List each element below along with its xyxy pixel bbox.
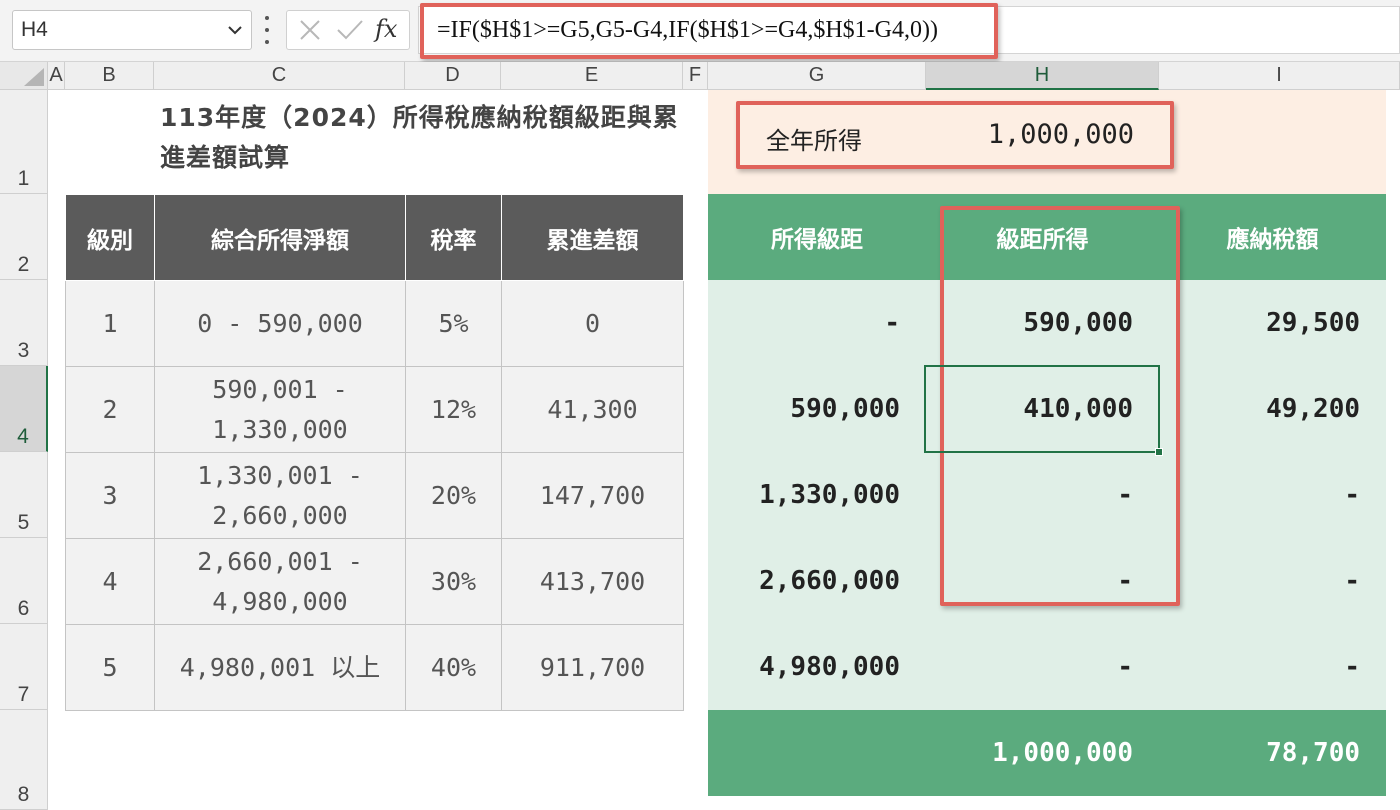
column-header-g[interactable]: G	[708, 62, 926, 90]
select-all-icon	[24, 68, 44, 86]
table-row: 1 0 - 590,000 5% 0	[65, 280, 684, 367]
column-header-a[interactable]: A	[48, 62, 65, 90]
header-progressive-diff[interactable]: 累進差額	[501, 194, 684, 281]
annual-income-value[interactable]: 1,000,000	[988, 119, 1134, 150]
cell-range[interactable]: 0 - 590,000	[154, 280, 406, 367]
cell-total-bracket-income[interactable]: 1,000,000	[926, 710, 1159, 796]
cell-range[interactable]: 2,660,001 - 4,980,000	[154, 538, 406, 625]
cell-rate[interactable]: 5%	[405, 280, 502, 367]
row-header-7[interactable]: 7	[0, 624, 48, 710]
table-row: 1,330,000 - -	[708, 452, 1386, 538]
table-row: 4 2,660,001 - 4,980,000 30% 413,700	[65, 538, 684, 625]
cell-level[interactable]: 5	[65, 624, 155, 711]
cell-rate[interactable]: 12%	[405, 366, 502, 453]
cell-tax[interactable]: 29,500	[1159, 280, 1386, 366]
insert-function-button[interactable]: fx	[375, 15, 397, 43]
column-header-b[interactable]: B	[65, 62, 154, 90]
cell-tax[interactable]: -	[1159, 624, 1386, 710]
column-header-i[interactable]: I	[1159, 62, 1400, 90]
tax-bracket-table: 級別 綜合所得淨額 稅率 累進差額 1 0 - 590,000 5% 0 2 5…	[65, 194, 684, 711]
name-box[interactable]: H4	[12, 10, 252, 50]
header-level[interactable]: 級別	[65, 194, 155, 281]
more-options-icon[interactable]	[262, 16, 272, 44]
calc-header-row: 所得級距 級距所得 應納稅額	[708, 194, 1386, 280]
table-row: - 590,000 29,500	[708, 280, 1386, 366]
name-box-value: H4	[21, 18, 48, 41]
header-tax-due[interactable]: 應納稅額	[1159, 194, 1386, 280]
column-header-f[interactable]: F	[683, 62, 708, 90]
cell-diff[interactable]: 41,300	[501, 366, 684, 453]
row-header-8[interactable]: 8	[0, 710, 48, 810]
table-row: 590,000 410,000 49,200	[708, 366, 1386, 452]
chevron-down-icon[interactable]	[225, 20, 245, 40]
table-row: 2 590,001 - 1,330,000 12% 41,300	[65, 366, 684, 453]
cell-level[interactable]: 3	[65, 452, 155, 539]
formula-controls: fx	[286, 10, 410, 50]
header-bracket-income[interactable]: 級距所得	[926, 194, 1159, 280]
cell-rate[interactable]: 40%	[405, 624, 502, 711]
total-row: 1,000,000 78,700	[708, 710, 1386, 796]
table-row: 4,980,000 - -	[708, 624, 1386, 710]
cell-range[interactable]: 1,330,001 - 2,660,000	[154, 452, 406, 539]
enter-check-icon[interactable]	[335, 17, 365, 43]
column-header-e[interactable]: E	[501, 62, 683, 90]
cell-level[interactable]: 4	[65, 538, 155, 625]
cell-bracket[interactable]: 590,000	[708, 366, 926, 452]
cell-level[interactable]: 2	[65, 366, 155, 453]
sheet-title: 113年度（2024）所得稅應納稅額級距與累進差額試算	[160, 103, 679, 172]
select-all-corner[interactable]	[0, 62, 48, 90]
cell-tax[interactable]: -	[1159, 538, 1386, 624]
cell-bracket[interactable]: 2,660,000	[708, 538, 926, 624]
table-row: 3 1,330,001 - 2,660,000 20% 147,700	[65, 452, 684, 539]
bracket-header-row: 級別 綜合所得淨額 稅率 累進差額	[65, 194, 684, 281]
cell-total-tax[interactable]: 78,700	[1159, 710, 1386, 796]
cell-bracket[interactable]: 4,980,000	[708, 624, 926, 710]
cell-rate[interactable]: 30%	[405, 538, 502, 625]
column-header-d[interactable]: D	[405, 62, 501, 90]
cell-bracket-income[interactable]: 590,000	[926, 280, 1159, 366]
table-row: 2,660,000 - -	[708, 538, 1386, 624]
formula-bar: H4 fx =IF($H$1>=G5,G5-G4,IF($H$1>=G4,$H$…	[0, 0, 1400, 62]
column-header-c[interactable]: C	[154, 62, 405, 90]
cell-bracket-income[interactable]: -	[926, 624, 1159, 710]
row-header-2[interactable]: 2	[0, 194, 48, 280]
cell-tax[interactable]: 49,200	[1159, 366, 1386, 452]
cell-bracket[interactable]: 1,330,000	[708, 452, 926, 538]
row-header-3[interactable]: 3	[0, 280, 48, 366]
cell-diff[interactable]: 147,700	[501, 452, 684, 539]
table-row: 5 4,980,001 以上 40% 911,700	[65, 624, 684, 711]
row-header-5[interactable]: 5	[0, 452, 48, 538]
cell-diff[interactable]: 413,700	[501, 538, 684, 625]
cancel-icon[interactable]	[297, 17, 323, 43]
annual-income-label[interactable]: 全年所得	[766, 121, 862, 156]
cell-level[interactable]: 1	[65, 280, 155, 367]
cell-bracket[interactable]: -	[708, 280, 926, 366]
cell-range[interactable]: 590,001 - 1,330,000	[154, 366, 406, 453]
cell-bracket-income[interactable]: 410,000	[926, 366, 1159, 452]
row-header-1[interactable]: 1	[0, 90, 48, 194]
header-rate[interactable]: 稅率	[405, 194, 502, 281]
tax-calc-table: 所得級距 級距所得 應納稅額 - 590,000 29,500 590,000 …	[708, 194, 1386, 796]
cell-bracket-income[interactable]: -	[926, 452, 1159, 538]
cell-diff[interactable]: 911,700	[501, 624, 684, 711]
cell-total-bracket[interactable]	[708, 710, 926, 796]
cell-bracket-income[interactable]: -	[926, 538, 1159, 624]
column-header-h[interactable]: H	[926, 62, 1159, 90]
cell-range[interactable]: 4,980,001 以上	[154, 624, 406, 711]
formula-input[interactable]: =IF($H$1>=G5,G5-G4,IF($H$1>=G4,$H$1-G4,0…	[418, 6, 1400, 54]
annual-income-box: 全年所得 1,000,000	[736, 101, 1174, 169]
header-net-income[interactable]: 綜合所得淨額	[154, 194, 406, 281]
cell-tax[interactable]: -	[1159, 452, 1386, 538]
row-header-6[interactable]: 6	[0, 538, 48, 624]
cell-diff[interactable]: 0	[501, 280, 684, 367]
header-bracket[interactable]: 所得級距	[708, 194, 926, 280]
cell-rate[interactable]: 20%	[405, 452, 502, 539]
row-header-4[interactable]: 4	[0, 366, 48, 452]
